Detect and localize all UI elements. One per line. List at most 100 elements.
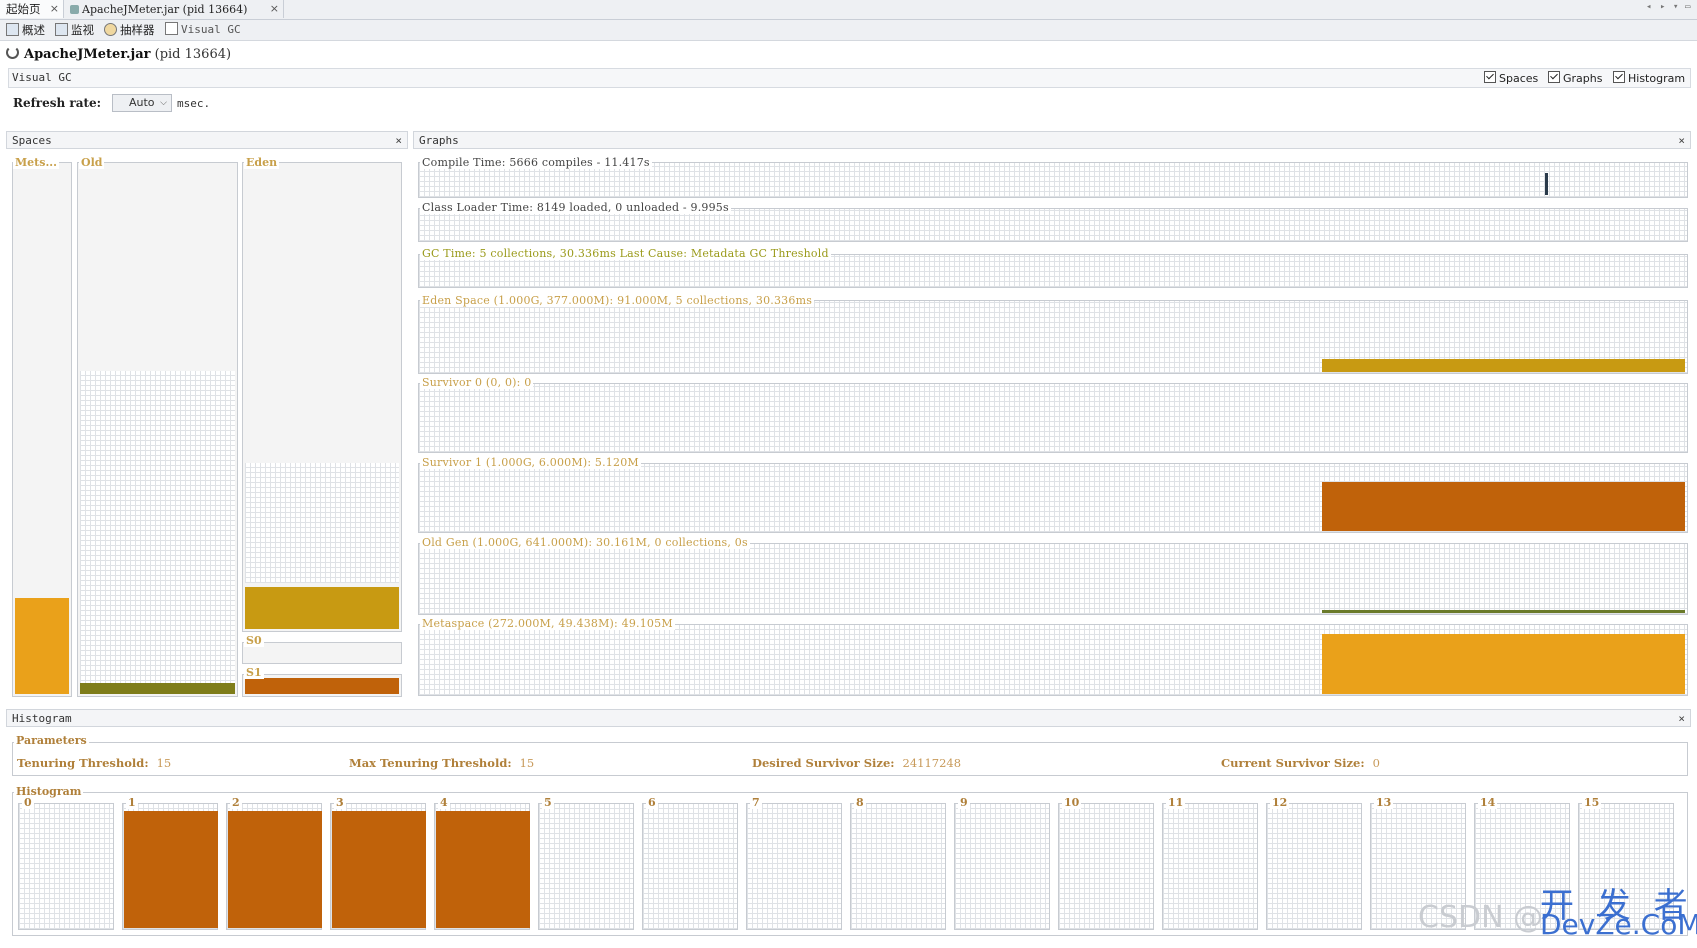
survivor0-label: Survivor 0 (0, 0): 0 — [420, 376, 534, 389]
survivor0-graph — [418, 383, 1688, 453]
histogram-bin — [18, 803, 114, 930]
close-icon[interactable]: × — [270, 0, 279, 18]
survivor1-space — [242, 674, 402, 697]
refresh-rate-label: Refresh rate: — [13, 96, 102, 110]
histogram-bin-label: 4 — [438, 796, 450, 809]
histogram-bin — [226, 803, 322, 930]
tenuring-threshold: Tenuring Threshold: 15 — [17, 756, 172, 770]
histogram-bin-label: 9 — [958, 796, 970, 809]
checkbox-checked-icon — [1613, 71, 1625, 83]
eden-label: Eden — [244, 156, 280, 169]
brand-watermark-en: DevZe.CoM — [1540, 908, 1697, 941]
old-fill — [80, 683, 235, 694]
eden-fill — [245, 587, 399, 629]
tab-label: ApacheJMeter.jar (pid 13664) — [82, 3, 248, 16]
histogram-bar — [124, 811, 218, 928]
eden-committed-grid — [245, 463, 399, 583]
close-icon[interactable]: × — [1678, 710, 1685, 727]
histogram-bin-label: 1 — [126, 796, 138, 809]
panel-title: Graphs — [419, 134, 459, 147]
toggle-spaces[interactable]: Spaces — [1484, 71, 1538, 85]
toggle-graphs[interactable]: Graphs — [1548, 71, 1602, 85]
old-label: Old — [79, 156, 105, 169]
toolbar-sampler[interactable]: 抽样器 — [104, 22, 155, 38]
refresh-unit: msec. — [177, 97, 211, 110]
histogram-bin — [746, 803, 842, 930]
page-title: ApacheJMeter.jar (pid 13664) — [6, 46, 231, 62]
survivor0-space — [242, 642, 402, 664]
metaspace-space — [12, 162, 72, 697]
histogram-bin — [954, 803, 1050, 930]
histogram-bin — [434, 803, 530, 930]
panel-title: Spaces — [12, 134, 52, 147]
max-tenuring-threshold: Max Tenuring Threshold: 15 — [349, 756, 535, 770]
metaspace-label: Mets... — [13, 156, 59, 169]
maximize-icon[interactable]: ▭ — [1685, 2, 1690, 12]
histogram-bin-label: 12 — [1270, 796, 1290, 809]
eden-usage-area — [1322, 359, 1685, 372]
survivor1-fill — [245, 678, 399, 694]
close-icon[interactable]: × — [50, 0, 59, 18]
histogram-bin — [538, 803, 634, 930]
histogram-bin-label: 0 — [22, 796, 34, 809]
eden-space — [242, 162, 402, 632]
s1-label: S1 — [244, 666, 264, 679]
app-title: ApacheJMeter.jar — [24, 47, 151, 62]
close-icon[interactable]: × — [395, 132, 402, 149]
histogram-bin — [1162, 803, 1258, 930]
graphs-panel-header: Graphs × — [413, 131, 1691, 149]
survivor1-label: Survivor 1 (1.000G, 6.000M): 5.120M — [420, 456, 641, 469]
tab-start-page[interactable]: 起始页 × — [0, 0, 64, 18]
old-gen-usage-area — [1322, 610, 1685, 613]
histogram-bin-label: 10 — [1062, 796, 1082, 809]
csdn-watermark: CSDN @ — [1418, 900, 1544, 935]
histogram-bin-label: 2 — [230, 796, 242, 809]
histogram-bin — [642, 803, 738, 930]
histogram-bin-label: 15 — [1582, 796, 1602, 809]
survivor1-usage-area — [1322, 482, 1685, 531]
metaspace-usage-area — [1322, 634, 1685, 694]
view-toolbar: 概述 监视 抽样器 Visual GC — [0, 20, 1697, 41]
tab-bar: 起始页 × ApacheJMeter.jar (pid 13664) × ◂ ▸… — [0, 0, 1697, 20]
compile-time-label: Compile Time: 5666 compiles - 11.417s — [420, 156, 652, 169]
old-space — [77, 162, 238, 697]
histogram-bin — [122, 803, 218, 930]
section-label: Visual GC — [12, 71, 72, 84]
panel-title: Histogram — [12, 712, 72, 725]
current-survivor-size: Current Survivor Size: 0 — [1221, 756, 1380, 770]
process-id: (pid 13664) — [154, 47, 232, 62]
histogram-bin — [1266, 803, 1362, 930]
histogram-bar — [228, 811, 322, 928]
metaspace-fill — [15, 598, 69, 694]
histogram-bin-label: 3 — [334, 796, 346, 809]
scroll-right-icon[interactable]: ▸ — [1660, 2, 1665, 12]
histogram-bar — [436, 811, 530, 928]
spaces-panel-header: Spaces × — [6, 131, 408, 149]
histogram-bin-label: 11 — [1166, 796, 1186, 809]
java-process-icon — [70, 5, 79, 14]
metaspace-label: Metaspace (272.000M, 49.438M): 49.105M — [420, 617, 675, 630]
eden-space-graph — [418, 300, 1688, 374]
histogram-bar — [332, 811, 426, 928]
histogram-panel-header: Histogram × — [6, 709, 1691, 727]
toolbar-visual-gc[interactable]: Visual GC — [165, 22, 241, 38]
scroll-left-icon[interactable]: ◂ — [1646, 2, 1651, 12]
refresh-icon — [6, 46, 19, 59]
old-gen-label: Old Gen (1.000G, 641.000M): 30.161M, 0 c… — [420, 536, 750, 549]
s0-label: S0 — [244, 634, 264, 647]
metaspace-graph — [418, 624, 1688, 696]
survivor1-graph — [418, 463, 1688, 533]
class-loader-label: Class Loader Time: 8149 loaded, 0 unload… — [420, 201, 731, 214]
toggle-histogram[interactable]: Histogram — [1613, 71, 1685, 85]
old-gen-graph — [418, 543, 1688, 615]
overview-icon — [6, 23, 19, 36]
refresh-rate-select[interactable]: Auto ⌵ — [112, 94, 172, 112]
dropdown-icon[interactable]: ▾ — [1673, 2, 1678, 12]
sampler-icon — [104, 23, 117, 36]
toolbar-monitor[interactable]: 监视 — [55, 22, 94, 38]
desired-survivor-size: Desired Survivor Size: 24117248 — [752, 756, 962, 770]
toolbar-overview[interactable]: 概述 — [6, 22, 45, 38]
tab-apache-jmeter[interactable]: ApacheJMeter.jar (pid 13664) × — [64, 0, 284, 18]
old-committed-grid — [80, 371, 235, 691]
close-icon[interactable]: × — [1678, 132, 1685, 149]
